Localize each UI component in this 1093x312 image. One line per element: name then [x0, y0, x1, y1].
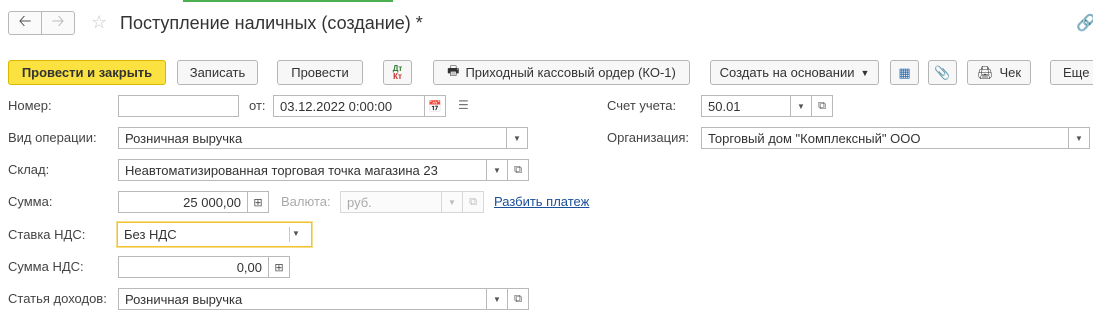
- open-icon: ⧉: [514, 163, 522, 176]
- organization-input[interactable]: Торговый дом "Комплексный" ООО: [701, 127, 1069, 149]
- vat-rate-label: Ставка НДС:: [8, 227, 86, 242]
- structure-button[interactable]: ▦: [890, 60, 919, 85]
- save-button[interactable]: Записать: [177, 60, 258, 85]
- print-cash-order-button[interactable]: 🖶 Приходный кассовый ордер (КО-1): [433, 60, 690, 85]
- chevron-down-icon: ▼: [797, 101, 805, 111]
- cash-register-icon: 🖨: [976, 64, 994, 80]
- arrow-right-icon: 🡢: [51, 12, 65, 30]
- date-label: от:: [249, 98, 266, 113]
- calculator-icon: ⊞: [274, 261, 284, 274]
- account-open-button[interactable]: ⧉: [811, 95, 833, 117]
- page-title: Поступление наличных (создание) *: [120, 13, 423, 33]
- amount-label: Сумма:: [8, 194, 53, 209]
- vat-rate-divider: [289, 227, 290, 242]
- chevron-down-icon: ▼: [513, 133, 521, 143]
- currency-dropdown-button[interactable]: ▼: [441, 191, 463, 213]
- amount-input[interactable]: 25 000,00: [118, 191, 248, 213]
- open-icon: ⧉: [514, 292, 522, 305]
- active-tab-indicator: [183, 0, 393, 2]
- date-input[interactable]: 03.12.2022 0:00:00: [273, 95, 425, 117]
- currency-label: Валюта:: [281, 194, 331, 209]
- organization-label: Организация:: [607, 130, 690, 145]
- arrow-left-icon: 🡠: [18, 12, 32, 30]
- operation-dropdown-button[interactable]: ▼: [506, 127, 528, 149]
- receipt-button[interactable]: 🖨 Чек: [967, 60, 1031, 85]
- structure-icon: ▦: [898, 64, 911, 80]
- open-icon: ⧉: [818, 99, 826, 112]
- vat-rate-select[interactable]: Без НДС: [117, 222, 312, 247]
- chevron-down-icon: ▼: [448, 197, 456, 207]
- warehouse-dropdown-button[interactable]: ▼: [486, 159, 508, 181]
- income-item-label: Статья доходов:: [8, 291, 107, 306]
- vat-amount-input[interactable]: 0,00: [118, 256, 269, 278]
- favorite-star-icon[interactable]: ☆: [91, 12, 107, 32]
- attach-button[interactable]: 📎: [928, 60, 957, 85]
- post-button[interactable]: Провести: [277, 60, 363, 85]
- back-button[interactable]: 🡠: [8, 11, 42, 35]
- account-input[interactable]: 50.01: [701, 95, 791, 117]
- income-item-open-button[interactable]: ⧉: [507, 288, 529, 310]
- account-label: Счет учета:: [607, 98, 677, 113]
- account-dropdown-button[interactable]: ▼: [790, 95, 812, 117]
- forward-button[interactable]: 🡢: [41, 11, 75, 35]
- warehouse-label: Склад:: [8, 162, 50, 177]
- operation-select[interactable]: Розничная выручка: [118, 127, 507, 149]
- number-input[interactable]: [118, 95, 239, 117]
- chevron-down-icon: ▼: [1075, 133, 1083, 143]
- printer-icon: 🖶: [447, 62, 460, 78]
- income-item-input[interactable]: Розничная выручка: [118, 288, 487, 310]
- vat-amount-label: Сумма НДС:: [8, 259, 84, 274]
- calendar-icon: 📅: [428, 100, 442, 113]
- lines-icon[interactable]: ☰: [458, 98, 469, 112]
- chevron-down-icon[interactable]: ▼: [292, 229, 300, 238]
- organization-dropdown-button[interactable]: ▼: [1068, 127, 1090, 149]
- post-and-close-button[interactable]: Провести и закрыть: [8, 60, 166, 85]
- create-based-on-button[interactable]: Создать на основании ▼: [710, 60, 879, 85]
- operation-label: Вид операции:: [8, 130, 97, 145]
- number-label: Номер:: [8, 98, 52, 113]
- calendar-button[interactable]: 📅: [424, 95, 446, 117]
- vat-calculator-button[interactable]: ⊞: [268, 256, 290, 278]
- open-icon: ⧉: [469, 195, 477, 208]
- split-payment-link[interactable]: Разбить платеж: [494, 194, 589, 209]
- paperclip-icon: 📎: [934, 64, 951, 80]
- currency-open-button[interactable]: ⧉: [462, 191, 484, 213]
- dt-kt-icon: Дт Кт: [392, 63, 403, 81]
- warehouse-input[interactable]: Неавтоматизированная торговая точка мага…: [118, 159, 487, 181]
- chevron-down-icon: ▼: [493, 165, 501, 175]
- chevron-down-icon: ▼: [860, 67, 870, 78]
- more-button[interactable]: Еще: [1050, 60, 1093, 85]
- warehouse-open-button[interactable]: ⧉: [507, 159, 529, 181]
- dt-kt-button[interactable]: Дт Кт: [383, 60, 412, 85]
- calculator-icon: ⊞: [253, 196, 263, 209]
- amount-calculator-button[interactable]: ⊞: [247, 191, 269, 213]
- currency-input[interactable]: руб.: [340, 191, 442, 213]
- chevron-down-icon: ▼: [493, 294, 501, 304]
- income-item-dropdown-button[interactable]: ▼: [486, 288, 508, 310]
- link-icon[interactable]: 🔗: [1076, 13, 1093, 33]
